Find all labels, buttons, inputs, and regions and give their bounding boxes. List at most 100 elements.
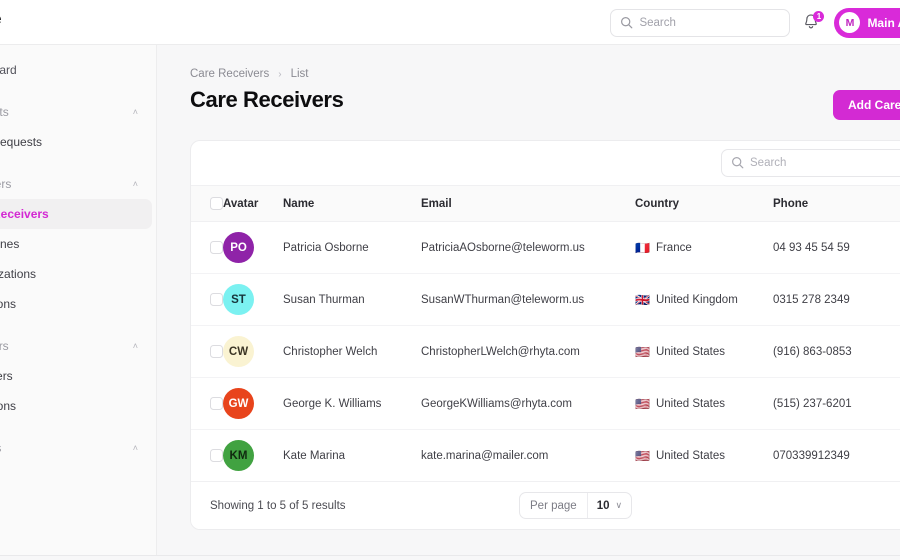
sidebar-group-label: Requests [0,105,9,119]
table-search[interactable] [721,149,900,177]
row-phone: (515) 237-6201 [773,377,900,430]
account-avatar: M [839,12,861,33]
per-page-control[interactable]: Per page 10 ∨ [519,492,633,519]
sidebar-item-care-requests[interactable]: Care Requests [0,127,152,157]
row-email: GeorgeKWilliams@rhyta.com [421,377,635,430]
sidebar-group-label: Receivers [0,177,12,191]
breadcrumb-parent[interactable]: Care Receivers [190,68,269,80]
sidebar-item-providers[interactable]: Providers [0,361,152,391]
row-phone: 0315 278 2349 [773,273,900,326]
row-checkbox[interactable] [210,241,223,254]
sidebar-item-care-receivers[interactable]: Care Receivers [0,199,152,229]
sidebar-item-milestones[interactable]: Milestones [0,229,152,259]
sidebar-group-requests[interactable]: Requests ˄ [0,97,152,127]
flag-icon: 🇺🇸 [635,396,650,411]
flag-icon: 🇬🇧 [635,292,650,307]
sidebar-item-label: Invitations [0,399,17,413]
chevron-down-icon: ∨ [615,500,623,510]
row-avatar-cell: PO [223,221,283,274]
sidebar-item-dashboard[interactable]: Dashboard [0,55,152,85]
add-care-receiver-button[interactable]: Add Care Receiver [833,90,900,120]
row-select-cell [191,273,223,326]
sidebar-item-label: Care Requests [0,135,43,149]
avatar: ST [223,284,254,315]
bottom-divider [0,555,900,556]
row-select-cell [191,221,223,274]
country-label: United Kingdom [655,293,738,306]
sidebar-item-notes[interactable]: Notes [0,463,152,493]
sidebar: Dashboard Requests ˄ Care Requests Recei… [0,45,157,555]
country-label: United States [655,345,725,358]
global-search[interactable] [610,8,791,37]
chevron-up-icon: ˄ [132,443,138,453]
column-header-email: Email [421,186,635,222]
row-name: Christopher Welch [283,325,421,378]
row-country: 🇫🇷 France [635,221,773,274]
row-country: 🇬🇧 United Kingdom [635,273,773,326]
row-checkbox[interactable] [210,345,223,358]
row-country: 🇺🇸 United States [635,325,773,378]
row-country: 🇺🇸 United States [635,377,773,430]
sidebar-item-label: Dashboard [0,63,17,77]
avatar: GW [223,388,254,419]
sidebar-item-organizations[interactable]: Organizations [0,259,152,289]
sidebar-group-receivers[interactable]: Receivers ˄ [0,169,152,199]
account-switcher-button[interactable]: M Main App [834,7,900,38]
row-checkbox[interactable] [210,293,223,306]
brand-logo: Circle [0,11,1,29]
sidebar-group-settings[interactable]: Settings ˄ [0,433,152,463]
table-search-input[interactable] [750,157,900,169]
sidebar-group-label: Providers [0,339,9,353]
per-page-select[interactable]: 10 ∨ [588,493,631,518]
app-root: Circle 1 M Main Ap [0,0,900,560]
header-actions: 1 M Main App [610,0,900,45]
sidebar-group-providers[interactable]: Providers ˄ [0,331,152,361]
per-page-label: Per page [520,493,588,518]
search-input[interactable] [639,16,780,29]
row-country: 🇺🇸 United States [635,429,773,482]
table-header-row: Avatar Name Email Country Phone [191,186,900,222]
sidebar-group-label: Settings [0,441,1,455]
row-email: SusanWThurman@teleworm.us [421,273,635,326]
search-icon [731,156,744,174]
avatar: PO [223,232,254,263]
sidebar-item-tasks[interactable]: Tasks [0,493,152,523]
row-select-cell [191,325,223,378]
row-checkbox[interactable] [210,449,223,462]
care-receivers-card: Avatar Name Email Country Phone PO Patric… [190,140,900,530]
row-email: ChristopherLWelch@rhyta.com [421,325,635,378]
row-name: Susan Thurman [283,273,421,326]
column-header-phone: Phone [773,186,900,222]
select-all-header [191,186,223,222]
select-all-checkbox[interactable] [210,197,223,210]
row-avatar-cell: GW [223,377,283,430]
notifications-button[interactable]: 1 [802,10,825,34]
table-toolbar [191,141,900,186]
table-head: Avatar Name Email Country Phone [191,186,900,222]
avatar: KM [223,440,254,471]
breadcrumb: Care Receivers › List [190,68,309,80]
table-row[interactable]: GW George K. Williams GeorgeKWilliams@rhyt… [191,377,900,430]
sidebar-item-provider-invitations[interactable]: Invitations [0,391,152,421]
row-checkbox[interactable] [210,397,223,410]
table-row[interactable]: ST Susan Thurman SusanWThurman@teleworm.us… [191,273,900,326]
sidebar-item-label: Care Receivers [0,207,49,221]
row-phone: 070339912349 [773,429,900,482]
table-row[interactable]: KM Kate Marina kate.marina@mailer.com 🇺🇸 Uni… [191,429,900,482]
chevron-up-icon: ˄ [132,179,138,189]
row-avatar-cell: ST [223,273,283,326]
country-label: United States [655,449,725,462]
table-row[interactable]: CW Christopher Welch ChristopherLWelch@rhy… [191,325,900,378]
avatar: CW [223,336,254,367]
sidebar-item-invitations[interactable]: Invitations [0,289,152,319]
search-icon [620,16,633,34]
row-select-cell [191,377,223,430]
main-content: Care Receivers › List Care Receivers Add… [157,45,900,560]
chevron-up-icon: ˄ [132,107,138,117]
row-name: Kate Marina [283,429,421,482]
table-row[interactable]: PO Patricia Osborne PatriciaAOsborne@telew… [191,221,900,274]
